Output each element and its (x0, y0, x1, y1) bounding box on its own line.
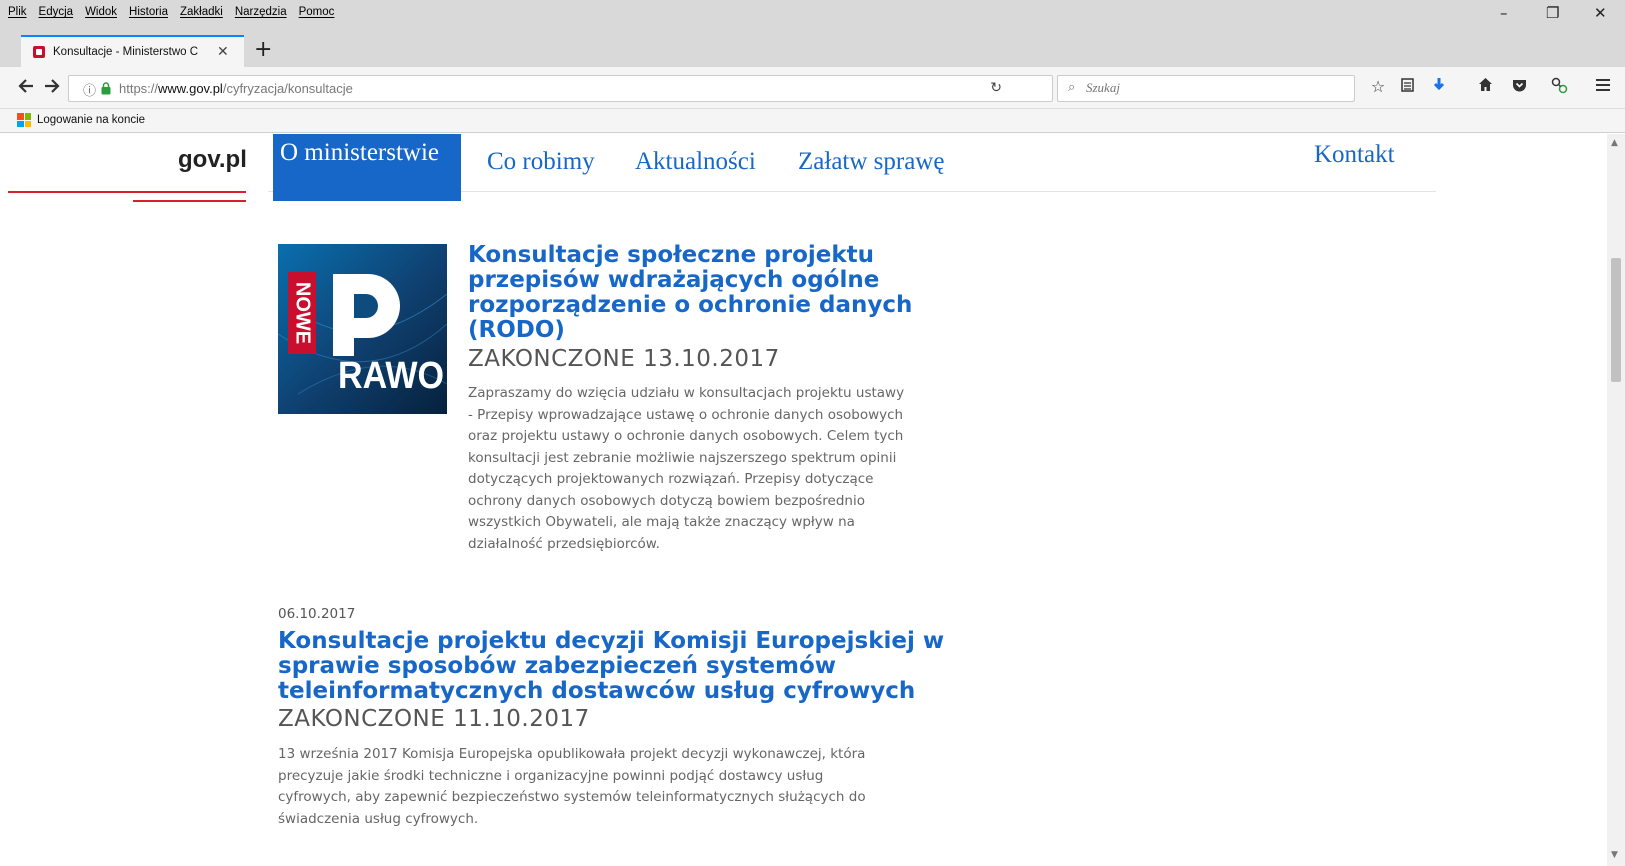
menu-history[interactable]: Historia (129, 6, 168, 18)
extension-icon[interactable] (1548, 77, 1570, 98)
article-status: ZAKONCZONE 13.10.2017 (468, 346, 780, 372)
article-title-line: rozporządzenie o ochronie danych (468, 292, 913, 318)
nav-kontakt[interactable]: Kontakt (1314, 141, 1395, 169)
article-title[interactable]: Konsultacje projektu decyzji Komisji Eur… (278, 629, 944, 704)
forward-icon[interactable] (43, 77, 61, 99)
web-page: gov.pl O ministerstwie Co robimy Aktualn… (0, 134, 1607, 866)
url-bar[interactable]: ⓘ https://www.gov.pl/cyfryzacja/konsulta… (68, 75, 1053, 102)
site-logo[interactable]: gov.pl (178, 146, 247, 174)
scroll-up-arrow-icon[interactable]: ▲ (1611, 138, 1618, 148)
url-path: /cyfryzacja/konsultacje (222, 81, 353, 96)
search-input[interactable] (1086, 80, 1336, 96)
new-tab-button[interactable]: + (254, 37, 272, 62)
menu-view[interactable]: Widok (85, 6, 117, 18)
scroll-down-arrow-icon[interactable]: ▼ (1611, 850, 1618, 860)
bookmarks-bar: Logowanie na koncie (0, 109, 1625, 133)
govpl-favicon-icon (33, 46, 45, 58)
article-title-line: przepisów wdrażających ogólne (468, 267, 880, 293)
article-title-line: Konsultacje projektu decyzji Komisji Eur… (278, 628, 945, 654)
description-line: oraz projektu ustawy o ochronie danych o… (468, 428, 904, 444)
search-icon: ⌕ (1068, 80, 1076, 95)
microsoft-logo-icon (17, 113, 31, 127)
menu-bookmarks[interactable]: Zakładki (180, 6, 223, 18)
description-line: świadczenia usług cyfrowych. (278, 810, 479, 827)
logo-underline (8, 191, 246, 193)
hamburger-menu-icon[interactable] (1592, 77, 1614, 96)
nav-co-robimy[interactable]: Co robimy (487, 148, 595, 176)
description-line: ochrony danych osobowych dotyczą bowiem … (468, 492, 865, 509)
image-word-bottom: RAWO (338, 355, 444, 397)
article-title-line: sprawie sposobów zabezpieczeń systemów (278, 653, 837, 679)
minimize-button[interactable]: – (1500, 4, 1508, 22)
article-title[interactable]: Konsultacje społeczne projektu przepisów… (468, 243, 912, 343)
bookmark-label: Logowanie na koncie (37, 114, 146, 126)
description-line: działalność przedsiębiorców. (468, 535, 660, 552)
description-line: Zapraszamy do wzięcia udziału w konsulta… (468, 385, 905, 401)
article-date: 06.10.2017 (278, 606, 356, 622)
nav-o-ministerstwie[interactable]: O ministerstwie (280, 139, 439, 167)
lock-icon (101, 82, 111, 95)
reload-icon[interactable]: ↻ (990, 80, 1002, 96)
menu-bar: Plik Edycja Widok Historia Zakładki Narz… (0, 0, 1625, 33)
article-description: 13 września 2017 Komisja Europejska opub… (278, 744, 866, 830)
logo-underline-short (133, 200, 246, 202)
nowe-prawo-image: NOWE RAWO (278, 272, 447, 397)
article-title-line: Konsultacje społeczne projektu (468, 242, 875, 268)
article-title-line: (RODO) (468, 317, 565, 343)
url-host: www.gov.pl (158, 81, 223, 96)
url-scheme: https:// (119, 81, 159, 96)
article-status: ZAKONCZONE 11.10.2017 (278, 706, 590, 732)
nav-zalatw-sprawe[interactable]: Załatw sprawę (798, 148, 944, 176)
scroll-thumb[interactable] (1611, 258, 1621, 382)
back-icon[interactable] (17, 77, 35, 99)
close-tab-icon[interactable]: ✕ (217, 44, 229, 60)
page-scrollbar[interactable]: ▲ ▼ (1607, 134, 1625, 866)
tab-strip: Konsultacje - Ministerstwo C ✕ + (0, 33, 1625, 67)
info-icon[interactable]: ⓘ (83, 80, 96, 99)
description-line: - Przepisy wprowadzające ustawę o ochron… (468, 406, 904, 423)
pocket-icon[interactable] (1508, 77, 1530, 96)
nav-toolbar: ⓘ https://www.gov.pl/cyfryzacja/konsulta… (0, 67, 1625, 109)
tab-konsultacje[interactable]: Konsultacje - Ministerstwo C ✕ (21, 35, 244, 67)
nav-aktualnosci[interactable]: Aktualności (635, 148, 756, 176)
menu-file[interactable]: Plik (8, 6, 27, 18)
home-icon[interactable] (1474, 77, 1496, 96)
image-word-top: NOWE (292, 282, 314, 344)
search-bar[interactable]: ⌕ (1057, 75, 1355, 102)
menu-tools[interactable]: Narzędzia (235, 6, 287, 18)
description-line: 13 września 2017 Komisja Europejska opub… (278, 746, 866, 762)
bookmark-logowanie[interactable]: Logowanie na koncie (17, 113, 145, 127)
menu-help[interactable]: Pomoc (299, 6, 335, 18)
restore-button[interactable]: ❐ (1546, 4, 1559, 22)
menu-items: Plik Edycja Widok Historia Zakładki Narz… (8, 6, 334, 18)
description-line: cyfrowych, aby zapewnić bezpieczeństwo s… (278, 789, 866, 805)
description-line: dotyczących projektowanych rozwiązań. Pr… (468, 471, 874, 487)
article-title-line: teleinformatycznych dostawców usług cyfr… (278, 678, 916, 704)
description-line: precyzuje jakie środki techniczne i orga… (278, 767, 824, 784)
tab-title: Konsultacje - Ministerstwo C (53, 46, 199, 58)
description-line: wszystkich Obywateli, ale mają także zna… (468, 514, 855, 530)
close-window-button[interactable]: ✕ (1594, 4, 1607, 22)
menu-edit[interactable]: Edycja (39, 6, 74, 18)
article-description: Zapraszamy do wzięcia udziału w konsulta… (468, 383, 904, 555)
article-thumbnail[interactable]: NOWE RAWO (278, 244, 447, 414)
reading-list-icon[interactable] (1396, 77, 1418, 96)
url-text: https://www.gov.pl/cyfryzacja/konsultacj… (119, 81, 353, 96)
star-icon[interactable]: ☆ (1367, 77, 1389, 96)
description-line: konsultacji jest zebranie możliwie najsz… (468, 449, 897, 466)
download-icon[interactable] (1428, 77, 1450, 97)
